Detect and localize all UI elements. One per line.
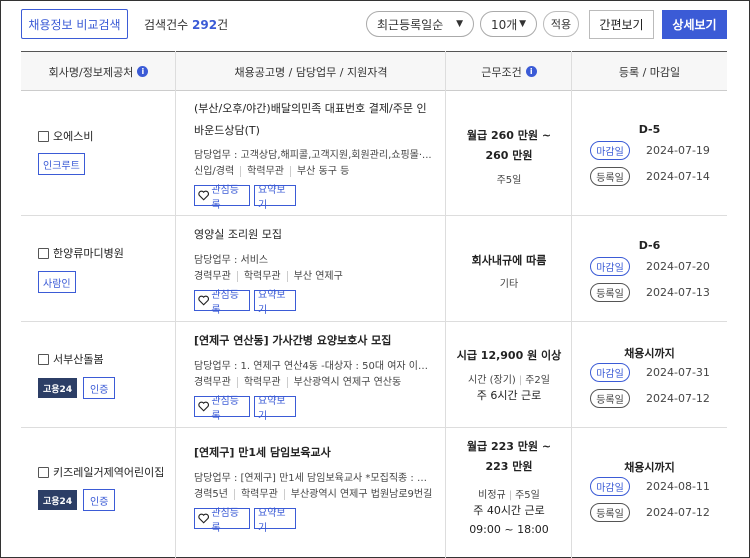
summary-button[interactable]: 요약보기	[254, 508, 296, 534]
sort-select[interactable]: 최근등록일순 ▼	[366, 11, 474, 37]
d-day: 채용시까지	[624, 461, 675, 474]
bookmark-button[interactable]: 관심등록	[194, 396, 250, 422]
job-duty: 담당업무 : 고객상담,해피콜,고객지원,회원관리,쇼핑몰·...	[194, 150, 432, 161]
deadline-pill: 마감일	[590, 363, 630, 382]
job-title[interactable]: 영양실 조리원 모집	[194, 224, 434, 246]
job-qualifications: 경력5년 학력무관 부산광역시 연제구 법원남로9번길	[194, 489, 433, 500]
chevron-down-icon: ▼	[519, 19, 526, 29]
info-icon[interactable]: i	[137, 66, 149, 77]
job-table: 회사명/정보제공처 i 채용공고명 / 담당업무 / 지원자격 근무조건 i 등…	[21, 51, 727, 558]
deadline-date: 마감일 2024-07-19	[590, 141, 710, 160]
simple-view-button[interactable]: 간편보기	[589, 10, 654, 39]
pay-info: 회사내규에 따름	[471, 254, 547, 267]
chevron-down-icon: ▼	[456, 19, 463, 29]
company-name[interactable]: 키즈레일거제역어린이집	[38, 464, 164, 480]
weekly-hours: 주 40시간 근로	[473, 504, 545, 517]
summary-button[interactable]: 요약보기	[254, 185, 296, 211]
pay-info: 월급 260 만원 ~ 260 만원	[466, 129, 552, 162]
job-qualifications: 경력무관 학력무관 부산광역시 연제구 연산동	[194, 377, 402, 388]
employment-type: 비정규 | 주5일	[478, 490, 540, 501]
deadline-pill: 마감일	[590, 477, 630, 496]
registered-date: 등록일 2024-07-13	[590, 283, 710, 302]
detail-view-button[interactable]: 상세보기	[662, 10, 727, 39]
registered-pill: 등록일	[590, 167, 630, 186]
heart-icon	[198, 401, 209, 412]
source-tag[interactable]: 사람인	[38, 271, 76, 293]
compare-checkbox[interactable]	[38, 466, 49, 478]
compare-checkbox[interactable]	[38, 353, 49, 365]
summary-button[interactable]: 요약보기	[254, 290, 296, 316]
weekly-hours: 주 6시간 근로	[476, 389, 542, 402]
source-tag[interactable]: 인크루트	[38, 153, 85, 175]
heart-icon	[198, 295, 209, 306]
d-day: D-6	[638, 239, 661, 252]
d-day: 채용시까지	[624, 347, 675, 360]
job-duty: 담당업무 : 1. 연제구 연산4동 -대상자 : 50대 여자 이용...	[194, 361, 434, 372]
company-name[interactable]: 한양류마디병원	[38, 245, 124, 261]
summary-button[interactable]: 요약보기	[254, 396, 296, 422]
job-qualifications: 신입/경력 학력무관 부산 동구 등	[194, 166, 350, 177]
header-dates: 등록 / 마감일	[618, 65, 681, 79]
job-duty: 담당업무 : 서비스	[194, 255, 269, 266]
pay-info: 시급 12,900 원 이상	[456, 349, 562, 362]
heart-icon	[198, 190, 209, 201]
company-name[interactable]: 서부산돌봄	[38, 351, 104, 367]
bookmark-button[interactable]: 관심등록	[194, 508, 250, 534]
bookmark-button[interactable]: 관심등록	[194, 290, 250, 316]
source-badge: 고용24	[38, 490, 78, 510]
heart-icon	[198, 513, 209, 524]
job-duty: 담당업무 : [연제구] 만1세 담임보육교사 *모집직종 : 만...	[194, 473, 434, 484]
header-company: 회사명/정보제공처 i	[21, 52, 176, 91]
company-name[interactable]: 오에스비	[38, 128, 93, 144]
apply-button[interactable]: 적용	[543, 11, 579, 37]
table-row: 서부산돌봄 고용24 인증 [연제구 연산동] 가사간병 요양보호사 모집 담당…	[21, 322, 727, 428]
info-icon[interactable]: i	[525, 66, 537, 77]
work-days: 기타	[499, 279, 519, 290]
job-title[interactable]: [연제구] 만1세 담임보육교사	[194, 442, 434, 464]
job-title[interactable]: (부산/오후/야간)배달의민족 대표번호 결제/주문 인바운드상담(T)	[194, 98, 434, 142]
certified-tag[interactable]: 인증	[83, 377, 116, 399]
work-time: 09:00 ~ 18:00	[469, 523, 549, 536]
registered-pill: 등록일	[590, 283, 630, 302]
table-header: 회사명/정보제공처 i 채용공고명 / 담당업무 / 지원자격 근무조건 i 등…	[21, 51, 727, 91]
registered-pill: 등록일	[590, 389, 630, 408]
source-badge: 고용24	[38, 378, 78, 398]
result-count: 검색건수 292건	[144, 18, 229, 32]
compare-checkbox[interactable]	[38, 130, 49, 142]
job-qualifications: 경력무관 학력무관 부산 연제구	[194, 271, 343, 282]
compare-checkbox[interactable]	[38, 247, 49, 259]
table-row: 키즈레일거제역어린이집 고용24 인증 [연제구] 만1세 담임보육교사 담당업…	[21, 428, 727, 558]
per-page-select[interactable]: 10개 ▼	[480, 11, 537, 37]
employment-type: 시간 (장기) | 주2일	[468, 375, 550, 386]
table-row: 오에스비 인크루트 (부산/오후/야간)배달의민족 대표번호 결제/주문 인바운…	[21, 91, 727, 216]
registered-date: 등록일 2024-07-12	[590, 503, 710, 522]
header-posting: 채용공고명 / 담당업무 / 지원자격	[234, 65, 388, 79]
table-row: 한양류마디병원 사람인 영양실 조리원 모집 담당업무 : 서비스 경력무관 학…	[21, 216, 727, 322]
header-conditions: 근무조건 i	[446, 52, 572, 91]
registered-date: 등록일 2024-07-12	[590, 389, 710, 408]
registered-pill: 등록일	[590, 503, 630, 522]
deadline-pill: 마감일	[590, 141, 630, 160]
registered-date: 등록일 2024-07-14	[590, 167, 710, 186]
deadline-date: 마감일 2024-07-31	[590, 363, 710, 382]
deadline-pill: 마감일	[590, 257, 630, 276]
job-title[interactable]: [연제구 연산동] 가사간병 요양보호사 모집	[194, 330, 434, 352]
bookmark-button[interactable]: 관심등록	[194, 185, 250, 211]
toolbar: 채용정보 비교검색 검색건수 292건 최근등록일순 ▼ 10개 ▼ 적용 간편…	[0, 0, 750, 50]
d-day: D-5	[638, 123, 661, 136]
compare-search-button[interactable]: 채용정보 비교검색	[21, 9, 128, 39]
pay-info: 월급 223 만원 ~ 223 만원	[466, 440, 552, 473]
deadline-date: 마감일 2024-07-20	[590, 257, 710, 276]
certified-tag[interactable]: 인증	[83, 489, 116, 511]
deadline-date: 마감일 2024-08-11	[590, 477, 710, 496]
work-days: 주5일	[496, 175, 522, 186]
